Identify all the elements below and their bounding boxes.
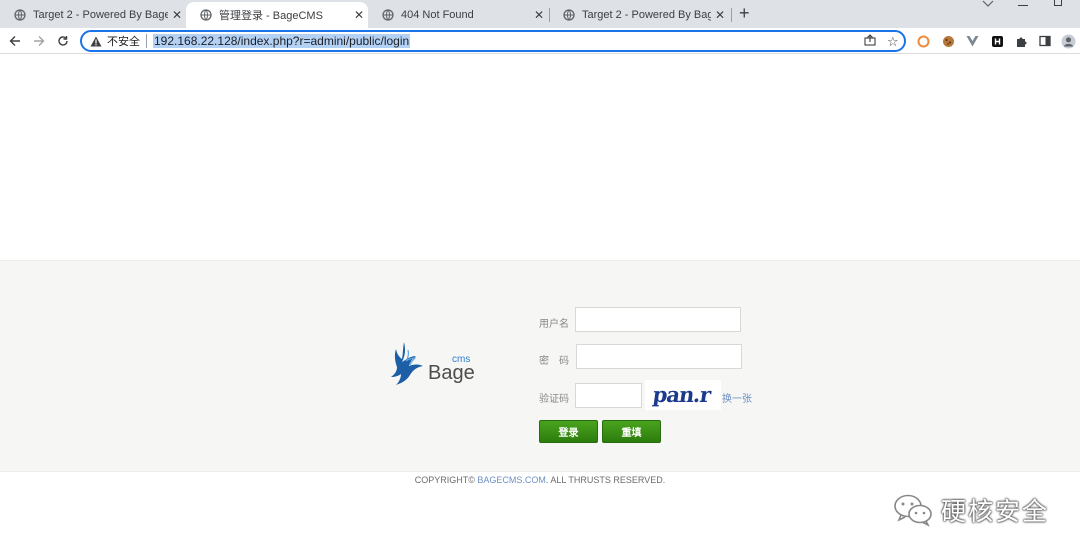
bagecms-logo: cms Bage bbox=[390, 340, 480, 390]
logo-wordmark: Bage bbox=[428, 362, 475, 384]
tab-search-chevron-icon[interactable] bbox=[982, 0, 994, 8]
omnibox-divider bbox=[146, 34, 147, 48]
globe-icon bbox=[14, 9, 26, 21]
close-icon[interactable]: ✕ bbox=[168, 8, 186, 22]
captcha-text: pan.r bbox=[651, 382, 712, 407]
tab-admin-login[interactable]: 管理登录 - BageCMS ✕ bbox=[186, 2, 368, 28]
cookie-extension-icon[interactable] bbox=[940, 33, 956, 49]
minimize-icon[interactable] bbox=[1018, 0, 1028, 6]
maximize-icon[interactable] bbox=[1054, 0, 1062, 6]
new-tab-button[interactable]: + bbox=[739, 4, 750, 22]
warning-icon bbox=[90, 36, 102, 46]
password-input[interactable] bbox=[576, 344, 742, 369]
puzzle-extensions-icon[interactable] bbox=[1013, 33, 1029, 49]
wechat-icon bbox=[894, 494, 932, 527]
arrow-right-icon bbox=[34, 36, 45, 46]
browser-toolbar: 不安全 192.168.22.128/index.php?r=admini/pu… bbox=[0, 28, 1080, 54]
vue-extension-icon[interactable] bbox=[964, 33, 980, 49]
extension-orange-icon[interactable] bbox=[915, 33, 931, 49]
h-extension-icon[interactable] bbox=[989, 33, 1005, 49]
back-button[interactable] bbox=[6, 32, 24, 50]
globe-icon bbox=[382, 9, 394, 21]
copyright-suffix: . ALL THRUSTS RESERVED. bbox=[545, 475, 666, 485]
tab-strip: Target 2 - Powered By BageCMS ✕ 管理登录 - B… bbox=[0, 0, 1080, 28]
watermark-text: 硬核安全 bbox=[941, 498, 1050, 526]
url-text[interactable]: 192.168.22.128/index.php?r=admini/public… bbox=[153, 34, 411, 48]
close-icon[interactable]: ✕ bbox=[530, 8, 548, 22]
refresh-captcha-link[interactable]: 换一张 bbox=[722, 390, 752, 405]
share-icon[interactable] bbox=[864, 34, 876, 46]
tab-divider bbox=[731, 8, 732, 22]
bagecms-link[interactable]: BAGECMS.COM bbox=[477, 475, 546, 485]
tab-label: 管理登录 - BageCMS bbox=[219, 10, 323, 22]
reset-button[interactable]: 重填 bbox=[602, 420, 661, 443]
username-label: 用户名 bbox=[539, 319, 569, 330]
tab-target2-second[interactable]: Target 2 - Powered By BageCMS ✕ bbox=[549, 2, 729, 28]
copyright-footer: COPYRIGHT© BAGECMS.COM. ALL THRUSTS RESE… bbox=[0, 475, 1080, 485]
security-label: 不安全 bbox=[107, 36, 140, 48]
arrow-left-icon bbox=[9, 36, 20, 46]
reload-icon bbox=[58, 36, 68, 46]
captcha-label: 验证码 bbox=[539, 394, 569, 405]
tab-target2[interactable]: Target 2 - Powered By BageCMS ✕ bbox=[0, 2, 186, 28]
password-label: 密 码 bbox=[539, 356, 569, 367]
globe-icon bbox=[200, 9, 212, 21]
tab-label: 404 Not Found bbox=[401, 9, 474, 21]
captcha-input[interactable] bbox=[575, 383, 642, 408]
close-icon[interactable]: ✕ bbox=[350, 8, 368, 22]
side-panel-icon[interactable] bbox=[1037, 33, 1053, 49]
wechat-watermark: 硬核安全 bbox=[893, 492, 1049, 528]
tab-label: Target 2 - Powered By BageCMS bbox=[582, 9, 711, 21]
reload-button[interactable] bbox=[54, 32, 72, 50]
security-indicator[interactable]: 不安全 bbox=[90, 33, 140, 49]
forward-button[interactable] bbox=[30, 32, 48, 50]
username-input[interactable] bbox=[575, 307, 741, 332]
bird-logo-icon bbox=[391, 342, 423, 385]
bookmark-star-icon[interactable]: ☆ bbox=[887, 34, 899, 50]
captcha-image[interactable]: pan.r bbox=[645, 380, 721, 410]
address-bar[interactable]: 不安全 192.168.22.128/index.php?r=admini/pu… bbox=[80, 30, 906, 52]
copyright-prefix: COPYRIGHT© bbox=[414, 475, 478, 485]
close-icon[interactable]: ✕ bbox=[711, 8, 729, 22]
tab-label: Target 2 - Powered By BageCMS bbox=[33, 9, 168, 21]
profile-avatar-icon[interactable] bbox=[1060, 33, 1076, 49]
globe-icon bbox=[563, 9, 575, 21]
tab-404[interactable]: 404 Not Found ✕ bbox=[368, 2, 548, 28]
login-button[interactable]: 登录 bbox=[539, 420, 598, 443]
